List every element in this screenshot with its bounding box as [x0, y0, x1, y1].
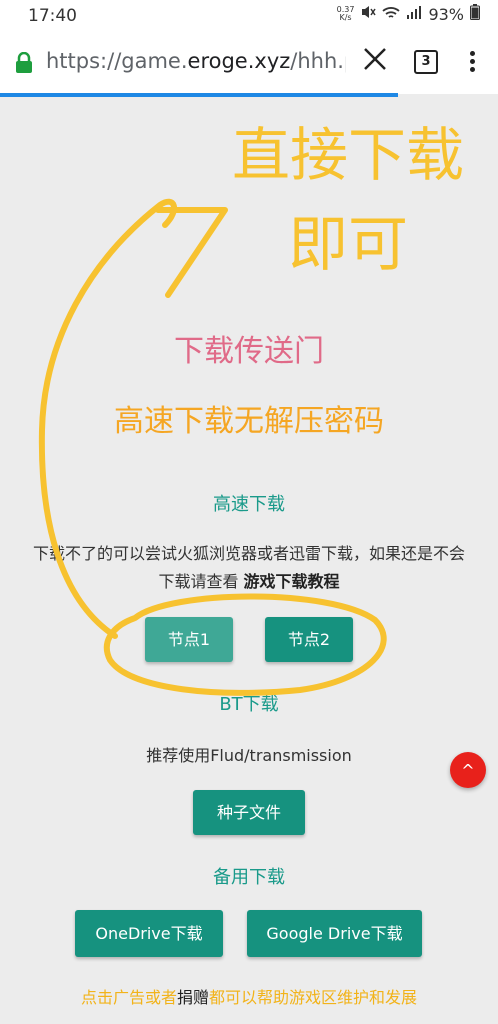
backup-download-heading: 备用下载: [213, 867, 285, 888]
footer-text: 点击广告或者捐赠都可以帮助游戏区维护和发展: [80, 988, 418, 1007]
status-icons: 0.37 K/s 93%: [337, 4, 480, 24]
network-speed: 0.37 K/s: [336, 5, 355, 22]
fast-download-title: 高速下载无解压密码: [114, 404, 384, 439]
signal-icon: [406, 4, 422, 24]
bt-download-heading: BT下载: [219, 694, 279, 715]
annotation-text-2: 即可: [288, 210, 408, 280]
wifi-icon: [382, 5, 401, 24]
page-load-progress: [0, 93, 399, 97]
url-field[interactable]: https://game.eroge.xyz/hhh.php: [46, 49, 346, 73]
tutorial-link[interactable]: 游戏下载教程: [244, 572, 340, 591]
torrent-file-button[interactable]: 种子文件: [193, 790, 305, 835]
node1-button[interactable]: 节点1: [145, 617, 233, 662]
mute-icon: [360, 4, 377, 24]
status-time: 17:40: [28, 6, 77, 26]
tab-switcher-button[interactable]: 3: [414, 50, 438, 74]
status-bar: 17:40 0.37 K/s 93%: [0, 0, 498, 32]
node2-button[interactable]: 节点2: [265, 617, 353, 662]
download-help-text: 下载不了的可以尝试火狐浏览器或者迅雷下载，如果还是不会 下载请查看 游戏下载教程: [32, 544, 465, 591]
onedrive-button[interactable]: OneDrive下载: [75, 910, 223, 957]
close-icon[interactable]: [362, 46, 390, 74]
bt-recommend-text: 推荐使用Flud/transmission: [146, 746, 352, 765]
lock-icon[interactable]: [14, 51, 34, 78]
annotation-text-1: 直接下载: [232, 121, 464, 189]
donate-link[interactable]: 捐赠: [177, 988, 209, 1007]
fast-download-heading: 高速下载: [213, 494, 285, 515]
portal-title: 下载传送门: [174, 334, 324, 369]
battery-icon: [470, 4, 480, 24]
battery-percent: 93%: [428, 4, 464, 24]
overflow-menu-icon[interactable]: [462, 48, 482, 76]
browser-toolbar: https://game.eroge.xyz/hhh.php 3: [0, 32, 498, 94]
google-drive-button[interactable]: Google Drive下载: [247, 910, 422, 957]
scroll-to-top-button[interactable]: ^: [450, 752, 486, 788]
